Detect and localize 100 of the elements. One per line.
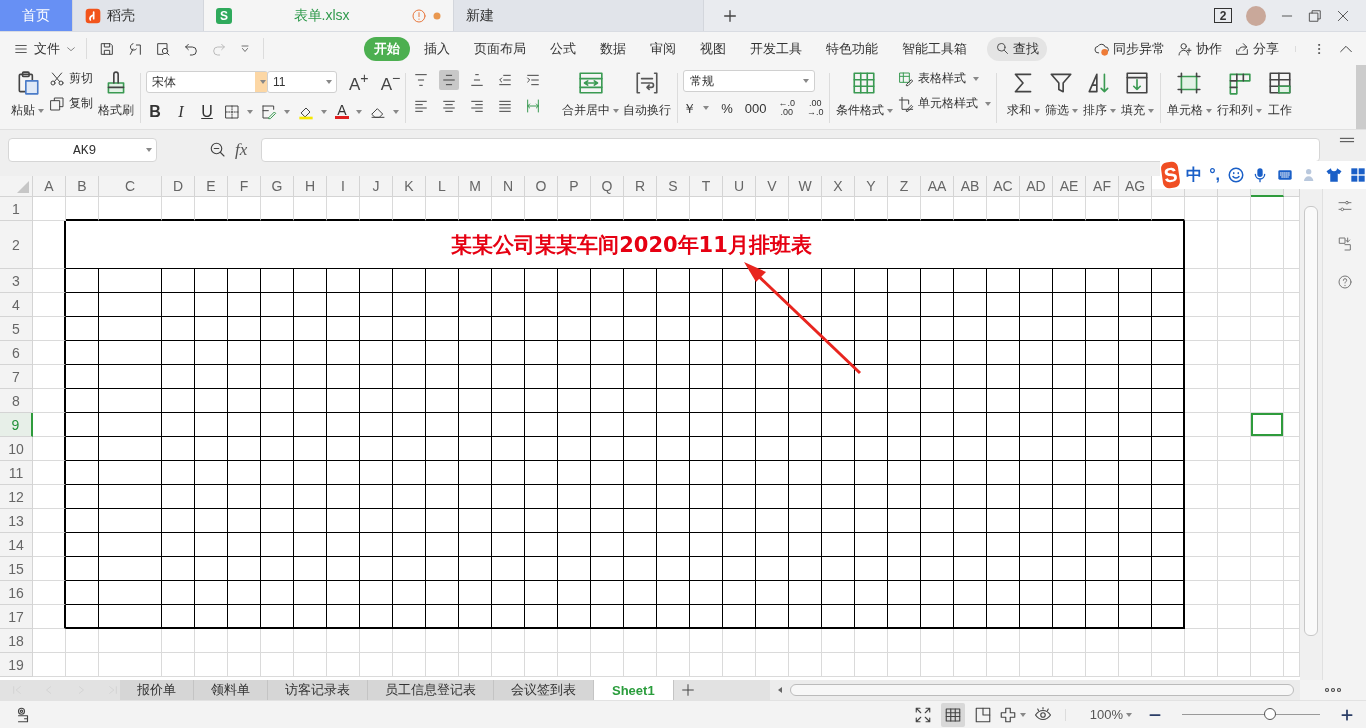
- column-header[interactable]: Y: [855, 176, 888, 197]
- row-header[interactable]: 17: [0, 605, 33, 629]
- row-header[interactable]: 5: [0, 317, 33, 341]
- horizontal-scrollbar[interactable]: [790, 684, 1294, 696]
- scroll-left-icon[interactable]: [776, 686, 784, 694]
- column-header[interactable]: [1251, 189, 1284, 197]
- search-button[interactable]: 查找: [987, 36, 1047, 61]
- column-header[interactable]: K: [393, 176, 426, 197]
- ribbon-tab[interactable]: 智能工具箱: [892, 36, 977, 61]
- column-header[interactable]: AD: [1020, 176, 1053, 197]
- cell-button[interactable]: 单元格: [1165, 67, 1213, 122]
- underline-button[interactable]: U: [198, 102, 216, 121]
- paste-button[interactable]: 粘贴: [10, 67, 45, 122]
- column-header[interactable]: O: [525, 176, 558, 197]
- ribbon-tab[interactable]: 审阅: [640, 36, 686, 61]
- sheet-tab[interactable]: Sheet1: [594, 680, 674, 700]
- column-header[interactable]: F: [228, 176, 261, 197]
- italic-button[interactable]: I: [172, 102, 190, 121]
- column-header[interactable]: C: [99, 176, 162, 197]
- column-header[interactable]: AB: [954, 176, 987, 197]
- merge-button[interactable]: 合并居中: [561, 67, 621, 122]
- preview-icon[interactable]: [155, 40, 171, 57]
- row-header[interactable]: 6: [0, 341, 33, 365]
- ribbon-tab[interactable]: 开发工具: [740, 36, 812, 61]
- increase-font-button[interactable]: A$^{+}$: [349, 70, 369, 95]
- row-header[interactable]: 19: [0, 653, 33, 677]
- column-header[interactable]: W: [789, 176, 822, 197]
- input-mode-button[interactable]: 中: [1186, 164, 1203, 186]
- copy-button[interactable]: 复制: [49, 95, 93, 112]
- row-header[interactable]: 16: [0, 581, 33, 605]
- zoom-formula-icon[interactable]: [209, 141, 227, 159]
- column-header[interactable]: E: [195, 176, 228, 197]
- column-header[interactable]: T: [690, 176, 723, 197]
- shirt-icon[interactable]: [1325, 166, 1343, 184]
- insert-function-button[interactable]: fx: [235, 140, 248, 160]
- row-header[interactable]: 7: [0, 365, 33, 389]
- column-header[interactable]: Q: [591, 176, 624, 197]
- zoom-in-icon[interactable]: [1340, 707, 1354, 722]
- collab-button[interactable]: 协作: [1177, 39, 1222, 58]
- ribbon-tab[interactable]: 页面布局: [464, 36, 536, 61]
- row-header[interactable]: 1: [0, 197, 33, 221]
- ribbon-tab[interactable]: 特色功能: [816, 36, 888, 61]
- restore-icon[interactable]: [1308, 8, 1322, 23]
- window-count-button[interactable]: 2: [1214, 8, 1232, 23]
- sheet-tab[interactable]: 领料单: [194, 680, 268, 700]
- sum-button[interactable]: 求和: [1005, 67, 1041, 122]
- row-header[interactable]: 14: [0, 533, 33, 557]
- row-header[interactable]: 9: [0, 413, 33, 437]
- microphone-icon[interactable]: [1252, 166, 1268, 184]
- row-header[interactable]: 12: [0, 485, 33, 509]
- row-header[interactable]: 2: [0, 221, 33, 269]
- rowcol-button[interactable]: 行和列: [1215, 67, 1263, 122]
- row-header[interactable]: 18: [0, 629, 33, 653]
- sheet-tab[interactable]: 访客记录表: [268, 680, 368, 700]
- column-header[interactable]: H: [294, 176, 327, 197]
- fill-button[interactable]: 填充: [1119, 67, 1155, 122]
- cut-button[interactable]: 剪切: [49, 70, 93, 87]
- font-color-button[interactable]: A: [335, 104, 362, 120]
- column-header[interactable]: D: [162, 176, 195, 197]
- row-header[interactable]: 4: [0, 293, 33, 317]
- column-header[interactable]: G: [261, 176, 294, 197]
- close-icon[interactable]: [1336, 8, 1350, 23]
- format-painter-button[interactable]: 格式刷: [97, 67, 135, 122]
- font-size-field[interactable]: 11: [267, 71, 337, 94]
- sheet-tab[interactable]: 报价单: [120, 680, 194, 700]
- bold-button[interactable]: B: [146, 102, 164, 121]
- wrap-button[interactable]: 自动换行: [622, 67, 673, 122]
- apps-grid-icon[interactable]: [1350, 167, 1366, 183]
- smiley-icon[interactable]: [1227, 166, 1245, 184]
- cell-style-button[interactable]: 单元格样式: [897, 95, 991, 112]
- help-icon[interactable]: [1336, 274, 1353, 290]
- app-tab[interactable]: 稻壳: [73, 0, 204, 31]
- table-style-button[interactable]: 表格样式: [897, 70, 991, 87]
- file-menu-button[interactable]: 文件: [14, 39, 76, 58]
- row-header[interactable]: 11: [0, 461, 33, 485]
- new-tab[interactable]: 新建: [454, 0, 704, 31]
- dropdown-icon[interactable]: [239, 42, 251, 55]
- zoom-slider-thumb[interactable]: [1264, 708, 1277, 720]
- column-header[interactable]: B: [66, 176, 99, 197]
- cell-format-button[interactable]: [261, 103, 290, 120]
- keyboard-icon[interactable]: [1275, 167, 1295, 183]
- ribbon-tab[interactable]: 公式: [540, 36, 586, 61]
- ribbon-tab[interactable]: 数据: [590, 36, 636, 61]
- column-header[interactable]: S: [657, 176, 690, 197]
- home-tab[interactable]: 首页: [0, 0, 73, 31]
- column-header[interactable]: U: [723, 176, 756, 197]
- sort-button[interactable]: 排序: [1081, 67, 1117, 122]
- sync-button[interactable]: 同步异常: [1094, 39, 1165, 58]
- name-box[interactable]: AK9: [8, 138, 157, 162]
- column-header[interactable]: Z: [888, 176, 921, 197]
- column-header[interactable]: AE: [1053, 176, 1086, 197]
- formula-input[interactable]: [261, 138, 1320, 162]
- column-header[interactable]: AG: [1119, 176, 1152, 197]
- column-header[interactable]: R: [624, 176, 657, 197]
- more-icon[interactable]: [1324, 687, 1342, 693]
- column-header[interactable]: AA: [921, 176, 954, 197]
- column-header[interactable]: M: [459, 176, 492, 197]
- column-header[interactable]: N: [492, 176, 525, 197]
- zoom-level-button[interactable]: 100%: [1089, 707, 1132, 722]
- thousands-button[interactable]: 000: [744, 101, 767, 115]
